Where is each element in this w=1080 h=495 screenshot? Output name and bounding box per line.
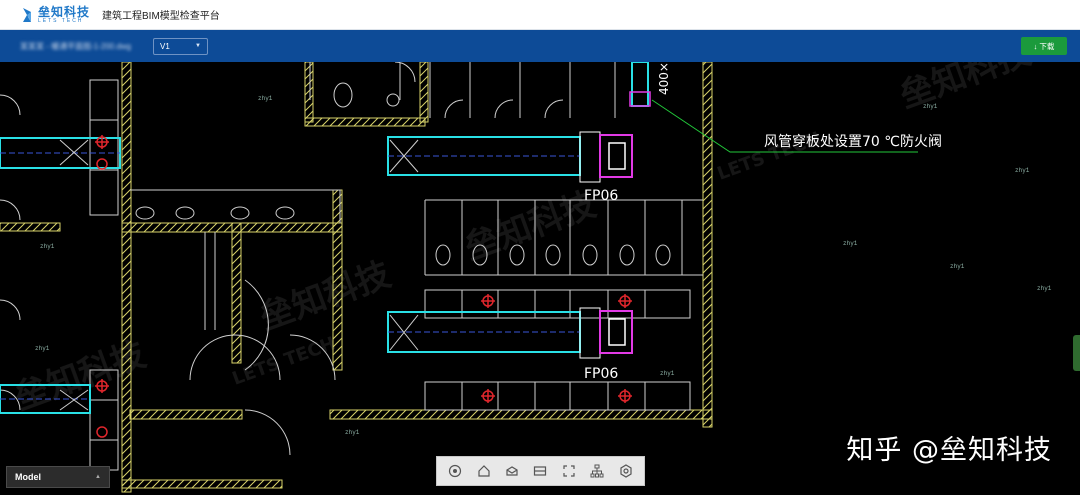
background-watermarks: 垒知科技 LETS TECH 垒知科技 垒知科技 LETS TECH 垒知科技	[9, 62, 1035, 418]
tag-7: zhy1	[660, 370, 675, 377]
fixtures	[135, 82, 671, 456]
settings-icon	[620, 464, 632, 478]
tag-2: zhy1	[923, 103, 938, 110]
section-icon	[534, 466, 547, 476]
orbit-button[interactable]	[446, 462, 464, 480]
model-layout-tab[interactable]: Model ▲	[6, 466, 110, 488]
side-panel-handle[interactable]	[1073, 335, 1080, 371]
box-button[interactable]	[503, 462, 521, 480]
file-name: 某某某 - 暖通平面图-1-200.dwg	[20, 41, 132, 51]
settings-button[interactable]	[617, 462, 635, 480]
fullscreen-icon	[563, 465, 575, 477]
app-title: 建筑工程BIM模型检查平台	[102, 11, 220, 22]
tag-1: zhy1	[258, 95, 273, 102]
version-select[interactable]: V1 ▼	[153, 37, 208, 55]
tag-9: zhy1	[345, 429, 360, 436]
chevron-down-icon: ▼	[195, 43, 201, 49]
bg-watermark-1: 垒知科技	[894, 62, 1035, 116]
fp-label-2: FP06	[584, 366, 618, 382]
model-tree-button[interactable]	[588, 462, 606, 480]
chevron-up-icon: ▲	[95, 474, 101, 480]
fp-label-1: FP06	[584, 188, 618, 204]
home-button[interactable]	[475, 462, 493, 480]
damper-annotation: 风管穿板处设置70 ℃防火阀	[764, 134, 942, 150]
logo-name: 垒知科技	[38, 4, 91, 19]
orbit-icon	[449, 464, 462, 478]
tag-6: zhy1	[1037, 285, 1052, 292]
brand-logo[interactable]: 垒知科技 LETS TECH	[20, 6, 90, 24]
duct-size-label: 400×…	[657, 62, 671, 95]
annotation-leader: 风管穿板处设置70 ℃防火阀	[651, 99, 942, 153]
tag-3: zhy1	[843, 240, 858, 247]
tag-8: zhy1	[35, 345, 50, 352]
bg-watermark-3: 垒知科技	[254, 254, 395, 338]
fullscreen-button[interactable]	[560, 462, 578, 480]
version-value: V1	[160, 41, 170, 51]
bg-watermark-2: 垒知科技	[459, 184, 600, 268]
section-button[interactable]	[531, 462, 549, 480]
tag-10: zhy1	[40, 243, 55, 250]
bg-watermark-en-2: LETS TECH	[230, 333, 339, 390]
box-icon	[506, 466, 518, 476]
top-header: 垒知科技 LETS TECH 建筑工程BIM模型检查平台	[0, 0, 1080, 30]
tree-icon	[590, 464, 604, 478]
zhihu-watermark: 知乎 @垒知科技	[846, 435, 1052, 466]
model-tab-label: Model	[15, 472, 41, 482]
viewer-toolbar	[436, 456, 645, 486]
file-toolbar: 某某某 - 暖通平面图-1-200.dwg V1 ▼ ↓ 下载	[0, 30, 1080, 62]
logo-subtitle: LETS TECH	[38, 17, 84, 24]
tag-4: zhy1	[950, 263, 965, 270]
home-icon	[478, 465, 490, 477]
tag-5: zhy1	[1015, 167, 1030, 174]
logo-icon	[20, 6, 34, 24]
download-button[interactable]: ↓ 下载	[1021, 37, 1067, 55]
